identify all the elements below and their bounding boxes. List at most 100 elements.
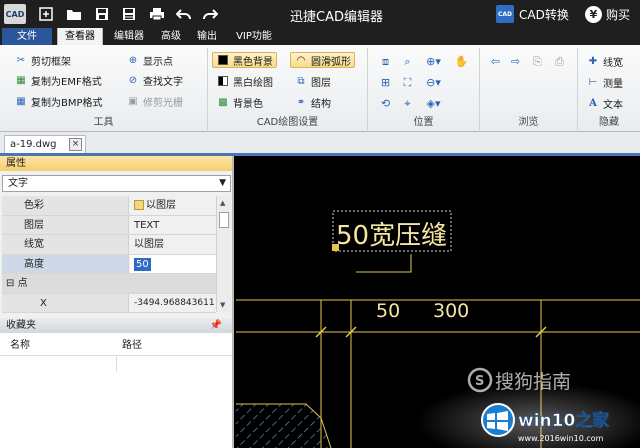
arrow-right-icon[interactable]: ⇨ [508, 54, 523, 69]
column-divider[interactable] [116, 356, 117, 372]
buy-button[interactable]: ¥ 购买 [585, 4, 630, 24]
dimension-value-right[interactable]: 300 [433, 300, 469, 322]
save-icon[interactable] [92, 4, 112, 24]
bw-drawing-icon [216, 74, 230, 88]
clip-frame-button[interactable]: ✂ 剪切框架 [14, 52, 71, 68]
favorites-header: 名称 路径 [0, 336, 232, 372]
property-name: X [2, 293, 129, 312]
find-text-icon: ⊘ [128, 74, 138, 86]
menu-viewer[interactable]: 查看器 [57, 28, 103, 45]
view-3d-icon[interactable]: ◈▾ [426, 96, 441, 111]
trim-raster-label: 修剪光栅 [143, 97, 183, 109]
property-name: 高度 [2, 254, 129, 273]
zoom-window-icon[interactable]: ⧈ [378, 54, 393, 69]
smooth-arc-toggle[interactable]: ◠ 圆滑弧形 [290, 52, 355, 68]
zoom-in-icon[interactable]: ⊕▾ [426, 54, 441, 69]
measure-toggle[interactable]: ⊢ 测量 [586, 74, 623, 90]
fit-drawing-icon[interactable]: ⊞ [378, 75, 393, 90]
property-row-height[interactable]: 高度 50 [2, 254, 216, 274]
zoom-out-icon[interactable]: ⊖▾ [426, 75, 441, 90]
scroll-down-icon[interactable]: ▼ [220, 301, 225, 309]
property-category-label: ⊟ 点 [2, 274, 216, 293]
object-type-value: 文字 [8, 178, 28, 189]
dimension-label-text[interactable]: 50宽压缝 [336, 221, 447, 251]
structure-button[interactable]: ⚭ 结构 [294, 94, 331, 110]
property-value[interactable]: TEXT [130, 215, 216, 234]
property-category-point[interactable]: ⊟ 点 [2, 274, 216, 294]
black-background-toggle[interactable]: 黑色背景 [212, 52, 277, 68]
property-row-linewidth[interactable]: 线宽 以图层 [2, 235, 216, 255]
pin-icon[interactable]: 📌 [210, 318, 222, 333]
drawing-svg: 50宽压缝 50 300 S 搜狗指南 win10之家 www.2016win1… [236, 210, 640, 448]
dimension-value-left[interactable]: 50 [376, 300, 400, 322]
favorites-panel: 收藏夹 📌 名称 路径 [0, 318, 234, 448]
property-row-layer[interactable]: 图层 TEXT [2, 215, 216, 235]
layers-label: 图层 [311, 77, 331, 89]
trim-raster-button[interactable]: ▣ 修剪光栅 [126, 93, 183, 109]
menu-advanced[interactable]: 高级 [155, 28, 187, 45]
property-row-x[interactable]: X -3494.968843611 [2, 293, 216, 313]
collapse-icon[interactable]: ⊟ [6, 278, 14, 289]
redo-icon[interactable] [200, 4, 220, 24]
background-color-button[interactable]: ▩ 背景色 [216, 94, 263, 110]
column-name-header[interactable]: 名称 [10, 336, 30, 356]
save-as-icon[interactable] [119, 4, 139, 24]
properties-title: 属性 [0, 156, 232, 171]
zoom-extents-icon[interactable]: ⛶ [400, 75, 415, 90]
undo-icon[interactable] [174, 4, 194, 24]
height-input[interactable]: 50 [130, 254, 216, 273]
ribbon-group-position: ⧈ ⌕ ⊕▾ ✋ ⊞ ⛶ ⊖▾ ⟲ ⌖ ◈▾ 位置 [368, 48, 480, 130]
layers-button[interactable]: ⧉ 图层 [294, 73, 331, 89]
scrollbar-thumb[interactable] [219, 212, 229, 228]
rotate-view-icon[interactable]: ⟲ [378, 96, 393, 111]
text-toggle[interactable]: A 文本 [586, 95, 623, 111]
copy-bmp-icon: ▦ [16, 95, 26, 107]
page-forward-icon[interactable]: ⎙ [552, 54, 567, 69]
menu-vip[interactable]: VIP功能 [228, 28, 280, 45]
leader-line [356, 254, 412, 273]
height-input-value[interactable]: 50 [134, 257, 151, 271]
menu-output[interactable]: 输出 [191, 28, 223, 45]
document-tab[interactable]: a-19.dwg × [4, 135, 86, 153]
property-value[interactable]: 以图层 [130, 196, 216, 215]
ribbon-group-drawing-label: CAD绘图设置 [256, 117, 319, 128]
open-folder-icon[interactable] [64, 4, 84, 24]
property-value[interactable]: 以图层 [130, 235, 216, 254]
show-points-button[interactable]: ⊕ 显示点 [126, 52, 173, 68]
new-icon[interactable] [36, 4, 56, 24]
print-icon[interactable] [147, 4, 167, 24]
zoom-previous-icon[interactable]: ⌖ [400, 96, 415, 111]
pan-hand-icon[interactable]: ✋ [454, 54, 469, 69]
title-bar: CAD 迅捷CAD编辑器 CAD CAD转换 ¥ 购买 [0, 0, 640, 28]
scroll-up-icon[interactable]: ▲ [220, 199, 225, 207]
hatch-region [236, 404, 331, 448]
properties-scrollbar[interactable]: ▲ ▼ [216, 196, 231, 312]
ribbon: ✂ 剪切框架 ▦ 复制为EMF格式 ▦ 复制为BMP格式 ⊕ 显示点 ⊘ 查找文… [0, 45, 640, 132]
property-row-color[interactable]: 色彩 以图层 [2, 196, 216, 216]
text-icon: A [589, 97, 597, 109]
app-logo: CAD [4, 4, 26, 24]
arrow-left-icon[interactable]: ⇦ [488, 54, 503, 69]
copy-bmp-button[interactable]: ▦ 复制为BMP格式 [14, 93, 103, 109]
zoom-area-icon[interactable]: ⌕ [400, 54, 415, 69]
bw-drawing-button[interactable]: 黑白绘图 [216, 73, 273, 89]
property-value[interactable]: -3494.968843611 [130, 293, 216, 312]
copy-bmp-label: 复制为BMP格式 [31, 97, 103, 109]
black-background-icon [216, 53, 230, 67]
page-back-icon[interactable]: ⎘ [530, 54, 545, 69]
copy-emf-label: 复制为EMF格式 [31, 76, 102, 88]
drawing-canvas[interactable]: 50宽压缝 50 300 S 搜狗指南 win10之家 www.2016win1… [236, 156, 640, 448]
layers-icon: ⧉ [297, 75, 305, 87]
close-icon[interactable]: × [69, 138, 82, 151]
menu-editor[interactable]: 编辑器 [107, 28, 151, 45]
find-text-button[interactable]: ⊘ 查找文字 [126, 72, 183, 88]
menu-file[interactable]: 文件 [2, 28, 52, 45]
cad-convert-button[interactable]: CAD CAD转换 [496, 4, 569, 24]
ribbon-group-hide: ✚ 线宽 ⊢ 测量 A 文本 隐藏 [578, 48, 640, 130]
object-type-select[interactable]: 文字 ▼ [2, 175, 231, 192]
linewidth-toggle[interactable]: ✚ 线宽 [586, 53, 623, 69]
column-path-header[interactable]: 路径 [122, 336, 142, 356]
copy-emf-button[interactable]: ▦ 复制为EMF格式 [14, 72, 102, 88]
menu-bar: 文件 查看器 编辑器 高级 输出 VIP功能 [0, 28, 640, 45]
ribbon-group-position-label: 位置 [413, 117, 434, 128]
